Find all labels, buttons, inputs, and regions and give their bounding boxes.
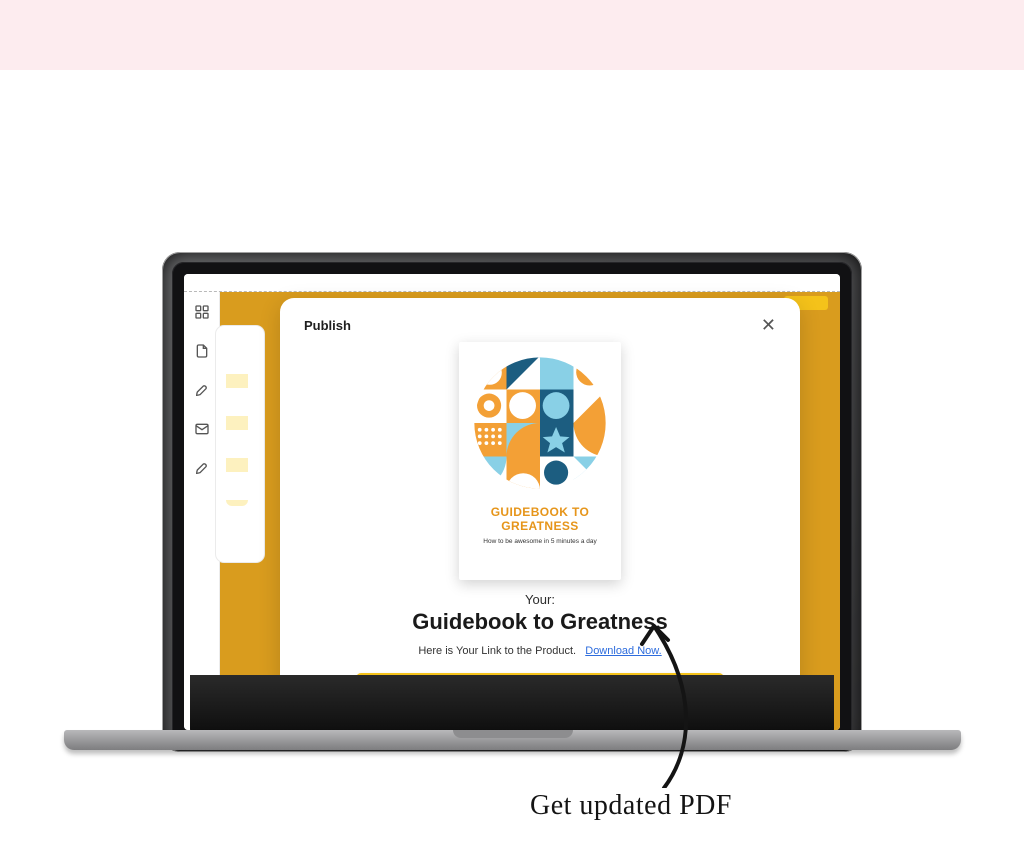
product-cover: GUIDEBOOK TO GREATNESS How to be awesome… — [459, 342, 621, 580]
annotation-text: Get updated PDF — [530, 790, 732, 822]
cover-title-line2: GREATNESS — [501, 519, 578, 533]
mail-icon[interactable] — [194, 421, 210, 442]
rocket-icon[interactable] — [194, 382, 210, 403]
modal-header: Publish ✕ — [304, 316, 776, 334]
laptop-base — [64, 730, 961, 750]
close-icon: ✕ — [761, 315, 776, 335]
download-now-link[interactable]: Download Now. — [585, 645, 661, 657]
cover-title: GUIDEBOOK TO GREATNESS — [491, 506, 590, 534]
screen: greatness and reach your full potential.… — [184, 274, 840, 730]
modal-title: Publish — [304, 318, 351, 333]
app-sidebar — [184, 292, 220, 730]
close-button[interactable]: ✕ — [761, 316, 776, 334]
modal-body: GUIDEBOOK TO GREATNESS How to be awesome… — [304, 334, 776, 707]
product-link-line: Here is Your Link to the Product. Downlo… — [418, 645, 661, 657]
cover-subtitle: How to be awesome in 5 minutes a day — [483, 538, 596, 545]
cover-art-icon — [473, 356, 607, 490]
page-icon[interactable] — [194, 343, 210, 364]
link-text: Here is Your Link to the Product. — [418, 645, 576, 657]
workspace: greatness and reach your full potential.… — [220, 292, 840, 730]
launch-icon[interactable] — [194, 460, 210, 481]
editor-page-preview — [216, 326, 264, 562]
your-label: Your: — [525, 592, 555, 607]
laptop-notch — [453, 730, 573, 738]
laptop-bezel: greatness and reach your full potential.… — [172, 262, 852, 742]
window-topbar — [184, 274, 840, 292]
cover-title-line1: GUIDEBOOK TO — [491, 505, 590, 519]
laptop-keyboard — [190, 675, 834, 735]
publish-modal: Publish ✕ — [280, 298, 800, 692]
product-title: Guidebook to Greatness — [412, 609, 668, 635]
app-shell: greatness and reach your full potential.… — [184, 292, 840, 730]
page-header-band — [0, 0, 1024, 70]
grid-icon[interactable] — [194, 304, 210, 325]
